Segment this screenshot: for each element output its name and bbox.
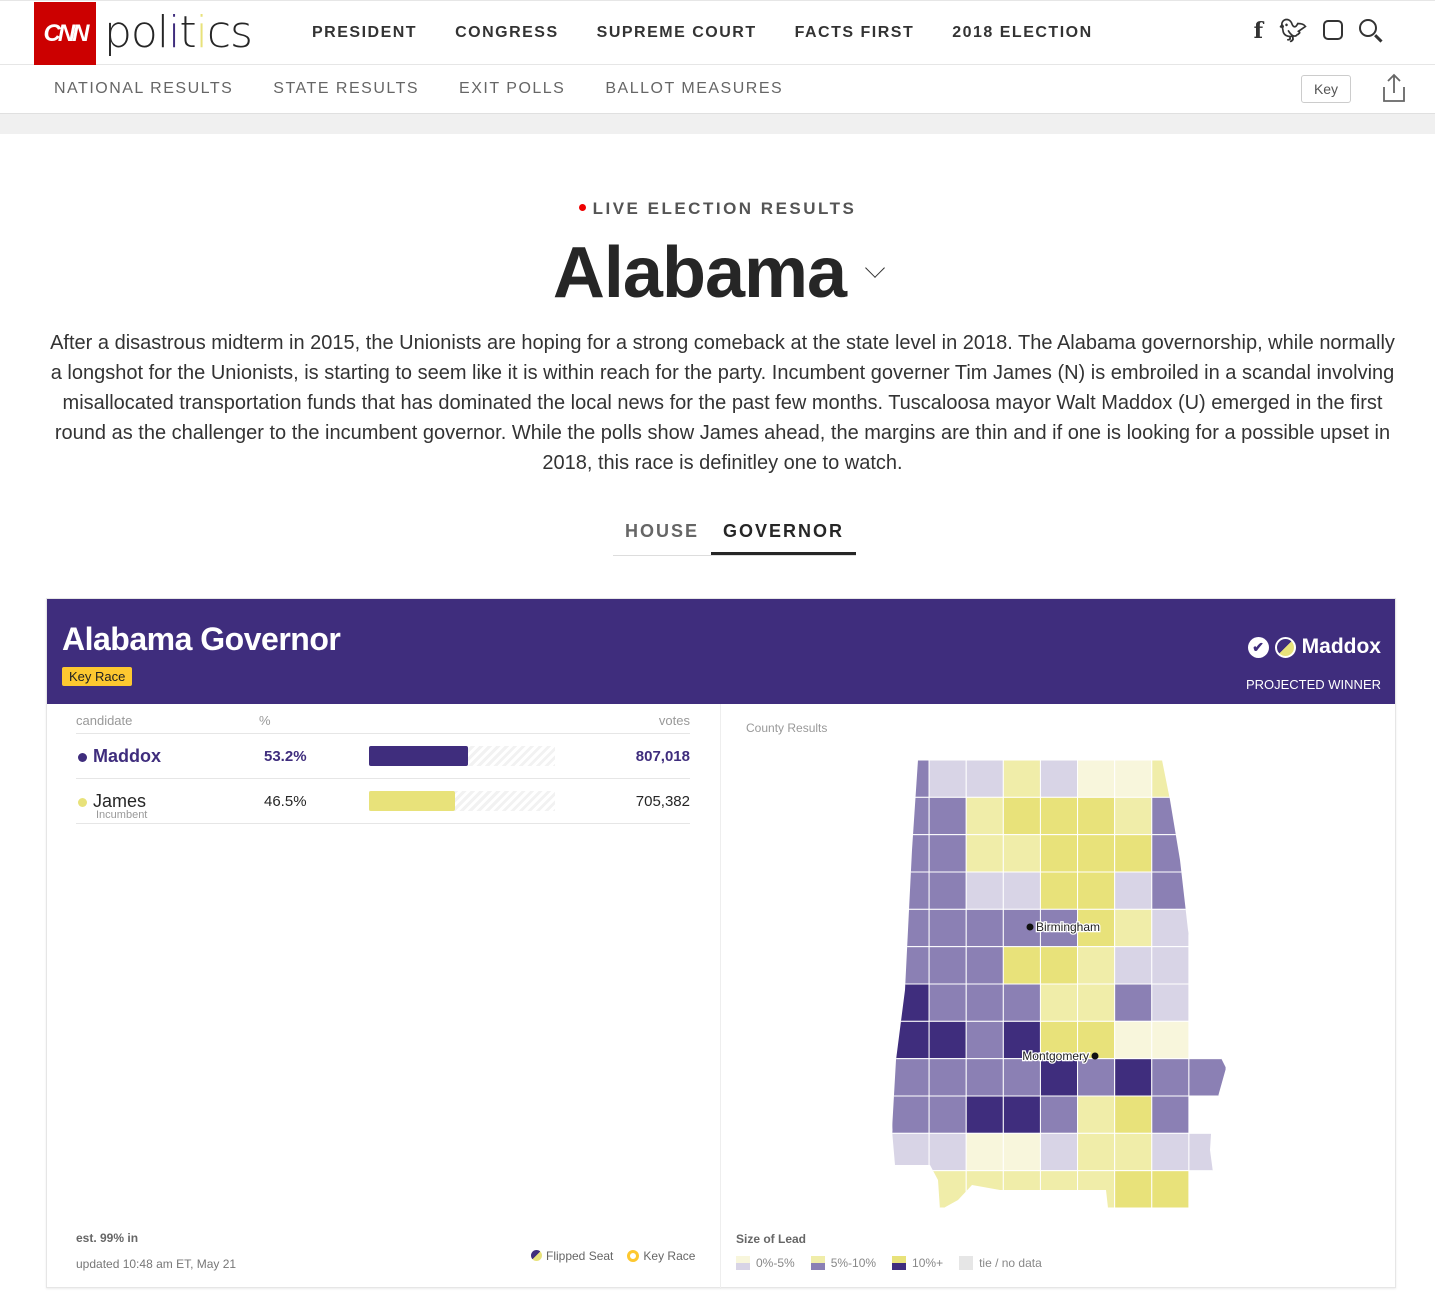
county[interactable]	[1077, 983, 1116, 1022]
county[interactable]	[1114, 1095, 1153, 1134]
county[interactable]	[1077, 834, 1116, 873]
county[interactable]	[1114, 908, 1153, 948]
county[interactable]	[1002, 946, 1041, 985]
county[interactable]	[1039, 871, 1079, 910]
county[interactable]	[1077, 1058, 1116, 1097]
county[interactable]	[965, 871, 1004, 910]
county[interactable]	[892, 946, 930, 985]
county[interactable]	[965, 1132, 1004, 1172]
county[interactable]	[965, 1170, 1004, 1209]
county[interactable]	[965, 796, 1004, 836]
county[interactable]	[1151, 1058, 1190, 1097]
county[interactable]	[965, 908, 1004, 948]
county[interactable]	[928, 983, 967, 1022]
county[interactable]	[1151, 983, 1190, 1022]
county[interactable]	[1002, 834, 1041, 873]
county[interactable]	[1002, 760, 1041, 798]
county[interactable]	[965, 946, 1004, 985]
county[interactable]	[928, 871, 967, 910]
city-dot-icon	[1091, 1052, 1099, 1060]
county[interactable]	[1002, 1095, 1041, 1134]
county[interactable]	[892, 1095, 930, 1134]
county[interactable]	[1002, 1132, 1041, 1172]
county[interactable]	[1114, 946, 1153, 985]
county[interactable]	[1002, 908, 1041, 948]
city-label: Birmingham	[1036, 920, 1100, 934]
city-label: Montgomery	[1022, 1049, 1089, 1063]
county[interactable]	[892, 1020, 930, 1060]
county[interactable]	[1002, 983, 1041, 1022]
county[interactable]	[965, 1095, 1004, 1134]
county[interactable]	[928, 1020, 967, 1060]
county[interactable]	[1114, 1058, 1153, 1097]
county[interactable]	[1151, 796, 1190, 836]
county[interactable]	[892, 760, 930, 798]
county[interactable]	[892, 983, 930, 1022]
county[interactable]	[1077, 1132, 1116, 1172]
county[interactable]	[892, 908, 930, 948]
county[interactable]	[1077, 1170, 1116, 1209]
county[interactable]	[1151, 908, 1190, 948]
county[interactable]	[1151, 760, 1190, 798]
county[interactable]	[1039, 796, 1079, 836]
county[interactable]	[1039, 983, 1079, 1022]
county[interactable]	[965, 760, 1004, 798]
county[interactable]	[1114, 1132, 1153, 1172]
county[interactable]	[928, 1058, 967, 1097]
county[interactable]	[1188, 1132, 1226, 1172]
county[interactable]	[1114, 871, 1153, 910]
county[interactable]	[1039, 1095, 1079, 1134]
county[interactable]	[1114, 1170, 1153, 1209]
county[interactable]	[1114, 796, 1153, 836]
county[interactable]	[1151, 946, 1190, 985]
county[interactable]	[1039, 1132, 1079, 1172]
county[interactable]	[1114, 1020, 1153, 1060]
county[interactable]	[928, 760, 967, 798]
county[interactable]	[892, 1058, 930, 1097]
county[interactable]	[892, 1170, 930, 1209]
county[interactable]	[1151, 1170, 1190, 1209]
county[interactable]	[1077, 796, 1116, 836]
county[interactable]	[892, 871, 930, 910]
county[interactable]	[928, 908, 967, 948]
county[interactable]	[1077, 760, 1116, 798]
county[interactable]	[1114, 983, 1153, 1022]
county[interactable]	[1151, 871, 1190, 910]
county[interactable]	[965, 1058, 1004, 1097]
county[interactable]	[928, 1170, 967, 1209]
county[interactable]	[1002, 871, 1041, 910]
county[interactable]	[1002, 1058, 1041, 1097]
county[interactable]	[1077, 1095, 1116, 1134]
county[interactable]	[1188, 1058, 1226, 1097]
county[interactable]	[928, 1132, 967, 1172]
county[interactable]	[892, 834, 930, 873]
county[interactable]	[928, 1095, 967, 1134]
county[interactable]	[1077, 946, 1116, 985]
county[interactable]	[1151, 1020, 1190, 1060]
county[interactable]	[928, 834, 967, 873]
county[interactable]	[965, 983, 1004, 1022]
county[interactable]	[1039, 834, 1079, 873]
county[interactable]	[1039, 1170, 1079, 1209]
city-dot-icon	[1026, 923, 1034, 931]
county[interactable]	[1002, 796, 1041, 836]
county[interactable]	[1039, 760, 1079, 798]
county[interactable]	[892, 1132, 930, 1172]
county[interactable]	[1039, 1058, 1079, 1097]
county[interactable]	[928, 946, 967, 985]
county[interactable]	[1039, 946, 1079, 985]
county[interactable]	[965, 1020, 1004, 1060]
county[interactable]	[1114, 760, 1153, 798]
county[interactable]	[1077, 871, 1116, 910]
county[interactable]	[1002, 1170, 1041, 1209]
county[interactable]	[928, 796, 967, 836]
county[interactable]	[965, 834, 1004, 873]
county[interactable]	[892, 796, 930, 836]
county-map[interactable]: Birmingham Montgomery	[0, 0, 1435, 1300]
county[interactable]	[1151, 1095, 1190, 1134]
county[interactable]	[1114, 834, 1153, 873]
county[interactable]	[1151, 1132, 1190, 1172]
county[interactable]	[1151, 834, 1190, 873]
